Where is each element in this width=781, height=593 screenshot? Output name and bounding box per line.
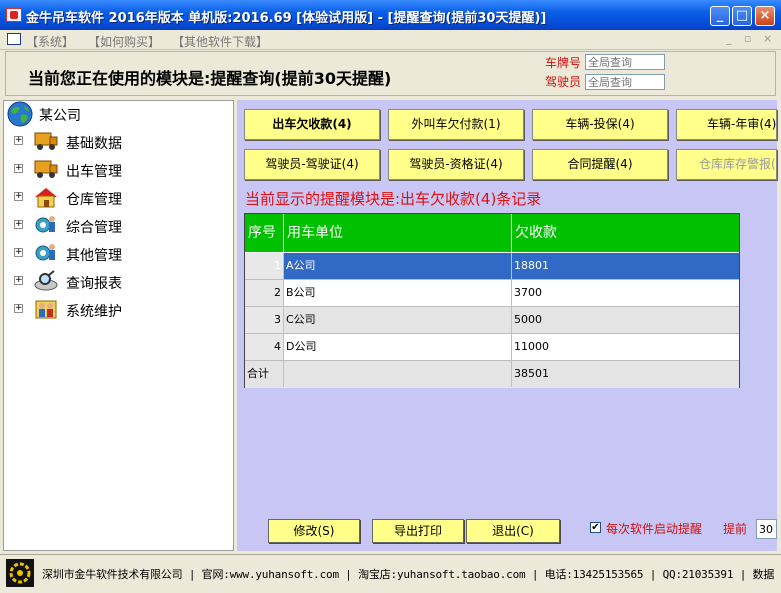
total-label: 合计 xyxy=(245,361,284,387)
menu-other-downloads[interactable]: 【其他软件下载】 xyxy=(172,33,268,50)
cell-unit[interactable]: C公司 xyxy=(284,307,512,333)
mdi-restore-button[interactable]: ▫ xyxy=(744,32,751,45)
module-button-driver-qualification[interactable]: 驾驶员-资格证(4) xyxy=(388,149,524,180)
expand-icon[interactable]: + xyxy=(14,276,23,285)
data-grid[interactable]: 序号 用车单位 欠收款 1 A公司 18801 2 B公司 3700 3 C公司… xyxy=(244,213,740,388)
table-row[interactable]: 4 D公司 11000 xyxy=(245,334,739,361)
expand-icon[interactable]: + xyxy=(14,248,23,257)
tree-item-label: 仓库管理 xyxy=(66,192,122,208)
table-row[interactable]: 1 A公司 18801 xyxy=(245,253,739,280)
tree-item-label: 出车管理 xyxy=(66,164,122,180)
startup-reminder-checkbox[interactable]: ✔ xyxy=(590,522,601,533)
module-button-vehicle-inspection[interactable]: 车辆-年审(4) xyxy=(676,109,777,140)
house-icon xyxy=(33,186,59,208)
people-icon xyxy=(33,298,59,320)
globe-icon xyxy=(6,101,34,127)
table-row[interactable]: 2 B公司 3700 xyxy=(245,280,739,307)
company-info-text: 深圳市金牛软件技术有限公司 | 官网:www.yuhansoft.com | 淘… xyxy=(42,568,775,581)
driver-label: 驾驶员 xyxy=(545,75,582,89)
export-print-button[interactable]: 导出打印 xyxy=(372,519,464,543)
tree-item-label: 系统维护 xyxy=(66,304,122,320)
column-header-no[interactable]: 序号 xyxy=(245,214,284,252)
table-row[interactable]: 3 C公司 5000 xyxy=(245,307,739,334)
reminder-status-text: 当前显示的提醒模块是:出车欠收款(4)条记录 xyxy=(245,190,542,208)
expand-icon[interactable]: + xyxy=(14,136,23,145)
mdi-close-button[interactable]: × xyxy=(763,32,772,45)
minimize-button[interactable]: _ xyxy=(710,6,730,26)
advance-days-label: 提前 xyxy=(723,522,748,536)
expand-icon[interactable]: + xyxy=(14,192,23,201)
module-button-dispatch-receivable[interactable]: 出车欠收款(4) xyxy=(244,109,380,140)
truck-icon xyxy=(33,130,59,152)
cell-amount[interactable]: 11000 xyxy=(512,334,739,360)
current-module-text: 当前您正在使用的模块是:提醒查询(提前30天提醒) xyxy=(28,69,392,88)
truck-icon xyxy=(33,158,59,180)
cell-amount[interactable]: 18801 xyxy=(512,253,739,279)
gear-person-icon xyxy=(33,214,59,236)
mdi-window-icon[interactable] xyxy=(7,33,21,45)
expand-icon[interactable]: + xyxy=(14,164,23,173)
module-button-vehicle-insurance[interactable]: 车辆-投保(4) xyxy=(532,109,668,140)
mdi-minimize-button[interactable]: _ xyxy=(726,32,732,45)
modify-button[interactable]: 修改(S) xyxy=(268,519,360,543)
cell-unit[interactable]: A公司 xyxy=(284,253,512,279)
search-report-icon xyxy=(33,270,59,292)
row-number: 3 xyxy=(245,307,284,333)
total-row: 合计 38501 xyxy=(245,361,739,388)
menu-how-to-buy[interactable]: 【如何购买】 xyxy=(88,33,160,50)
plate-label: 车牌号 xyxy=(545,56,582,70)
driver-search-input[interactable] xyxy=(585,74,665,90)
maximize-button[interactable]: □ xyxy=(732,6,752,26)
startup-reminder-label[interactable]: 每次软件启动提醒 xyxy=(606,520,702,537)
module-button-stock-alert[interactable]: 仓库库存警报(0) xyxy=(676,149,777,180)
gear-person-icon xyxy=(33,242,59,264)
tree-item-label: 综合管理 xyxy=(66,220,122,236)
cell-amount[interactable]: 5000 xyxy=(512,307,739,333)
advance-days-input[interactable] xyxy=(756,519,777,539)
expand-icon[interactable]: + xyxy=(14,220,23,229)
exit-button[interactable]: 退出(C) xyxy=(466,519,560,543)
menu-system[interactable]: 【系统】 xyxy=(26,33,74,50)
total-amount: 38501 xyxy=(514,367,549,380)
close-button[interactable]: × xyxy=(755,6,775,26)
column-header-amount[interactable]: 欠收款 xyxy=(512,214,739,252)
cell-unit[interactable]: B公司 xyxy=(284,280,512,306)
row-number: 1 xyxy=(245,253,284,279)
tree-item-label: 其他管理 xyxy=(66,248,122,264)
app-icon[interactable] xyxy=(6,8,22,22)
expand-icon[interactable]: + xyxy=(14,304,23,313)
company-logo-icon xyxy=(6,559,34,587)
tree-item-label: 基础数据 xyxy=(66,136,122,152)
module-button-driver-license[interactable]: 驾驶员-驾驶证(4) xyxy=(244,149,380,180)
cell-unit[interactable]: D公司 xyxy=(284,334,512,360)
row-number: 2 xyxy=(245,280,284,306)
module-button-contract-reminder[interactable]: 合同提醒(4) xyxy=(532,149,668,180)
total-unit-cell xyxy=(284,361,512,387)
row-number: 4 xyxy=(245,334,284,360)
cell-amount[interactable]: 3700 xyxy=(512,280,739,306)
module-button-outsourced-payable[interactable]: 外叫车欠付款(1) xyxy=(388,109,524,140)
tree-root-label[interactable]: 某公司 xyxy=(39,105,81,125)
tree-item-label: 查询报表 xyxy=(66,276,122,292)
window-title: 金牛吊车软件 2016年版本 单机版:2016.69 [体验试用版] - [提醒… xyxy=(26,11,547,26)
column-header-unit[interactable]: 用车单位 xyxy=(284,214,512,252)
plate-search-input[interactable] xyxy=(585,54,665,70)
